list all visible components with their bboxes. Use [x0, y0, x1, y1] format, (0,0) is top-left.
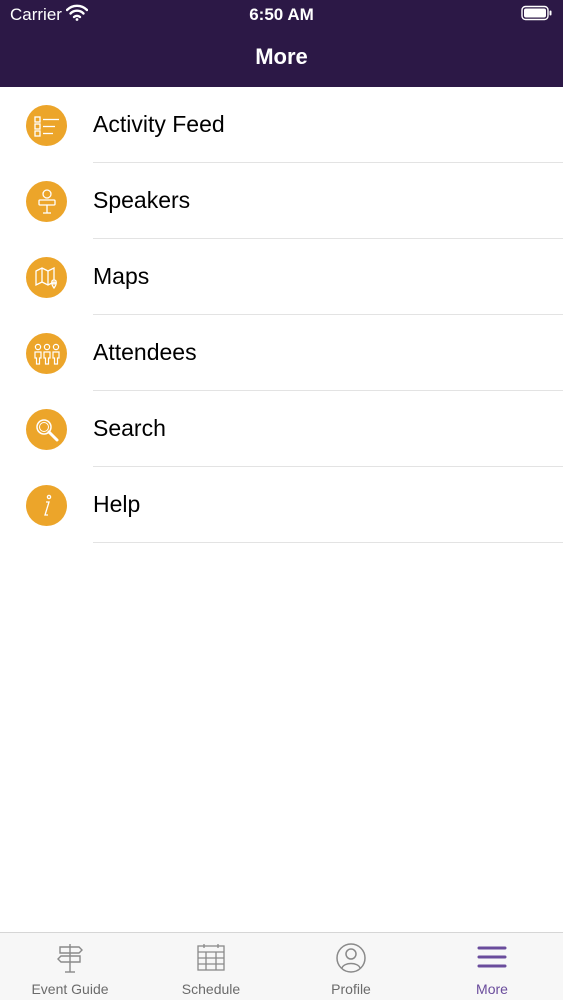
- menu-item-activity-feed[interactable]: Activity Feed: [0, 87, 563, 163]
- people-icon: [26, 333, 67, 374]
- tab-event-guide[interactable]: Event Guide: [0, 933, 140, 1000]
- menu-item-speakers[interactable]: Speakers: [0, 163, 563, 239]
- tab-label: Profile: [331, 981, 371, 997]
- status-bar: Carrier 6:50 AM: [0, 0, 563, 30]
- menu-item-label: Help: [93, 491, 141, 517]
- info-icon: [26, 485, 67, 526]
- nav-header: Carrier 6:50 AM More: [0, 0, 563, 87]
- battery-icon: [521, 5, 553, 27]
- row-divider: [93, 542, 563, 543]
- status-time: 6:50 AM: [249, 5, 314, 24]
- menu-item-label: Maps: [93, 263, 150, 289]
- tab-label: Event Guide: [31, 981, 109, 997]
- speaker-icon: [26, 181, 67, 222]
- calendar-icon: [196, 942, 226, 977]
- menu-item-maps[interactable]: Maps: [0, 239, 563, 315]
- page-title: More: [255, 44, 308, 69]
- menu-item-label: Activity Feed: [93, 111, 225, 137]
- menu-item-label: Search: [93, 415, 166, 441]
- menu-item-label: Speakers: [93, 187, 191, 213]
- tab-label: More: [476, 981, 508, 997]
- menu-item-attendees[interactable]: Attendees: [0, 315, 563, 391]
- menu-icon: [477, 942, 507, 977]
- tab-more[interactable]: More: [422, 933, 562, 1000]
- menu-item-label: Attendees: [93, 339, 197, 365]
- tab-profile[interactable]: Profile: [281, 933, 421, 1000]
- map-icon: [26, 257, 67, 298]
- menu-item-help[interactable]: Help: [0, 467, 563, 543]
- more-menu-list: Activity Feed Speakers Maps Attendees Se…: [0, 87, 563, 543]
- signpost-icon: [55, 942, 85, 979]
- list-icon: [26, 105, 67, 146]
- tab-label: Schedule: [181, 981, 241, 997]
- search-icon: [26, 409, 67, 450]
- profile-icon: [335, 942, 367, 979]
- menu-item-search[interactable]: Search: [0, 391, 563, 467]
- tab-schedule[interactable]: Schedule: [141, 933, 281, 1000]
- tab-bar: Event Guide Schedule Profile More: [0, 932, 563, 1000]
